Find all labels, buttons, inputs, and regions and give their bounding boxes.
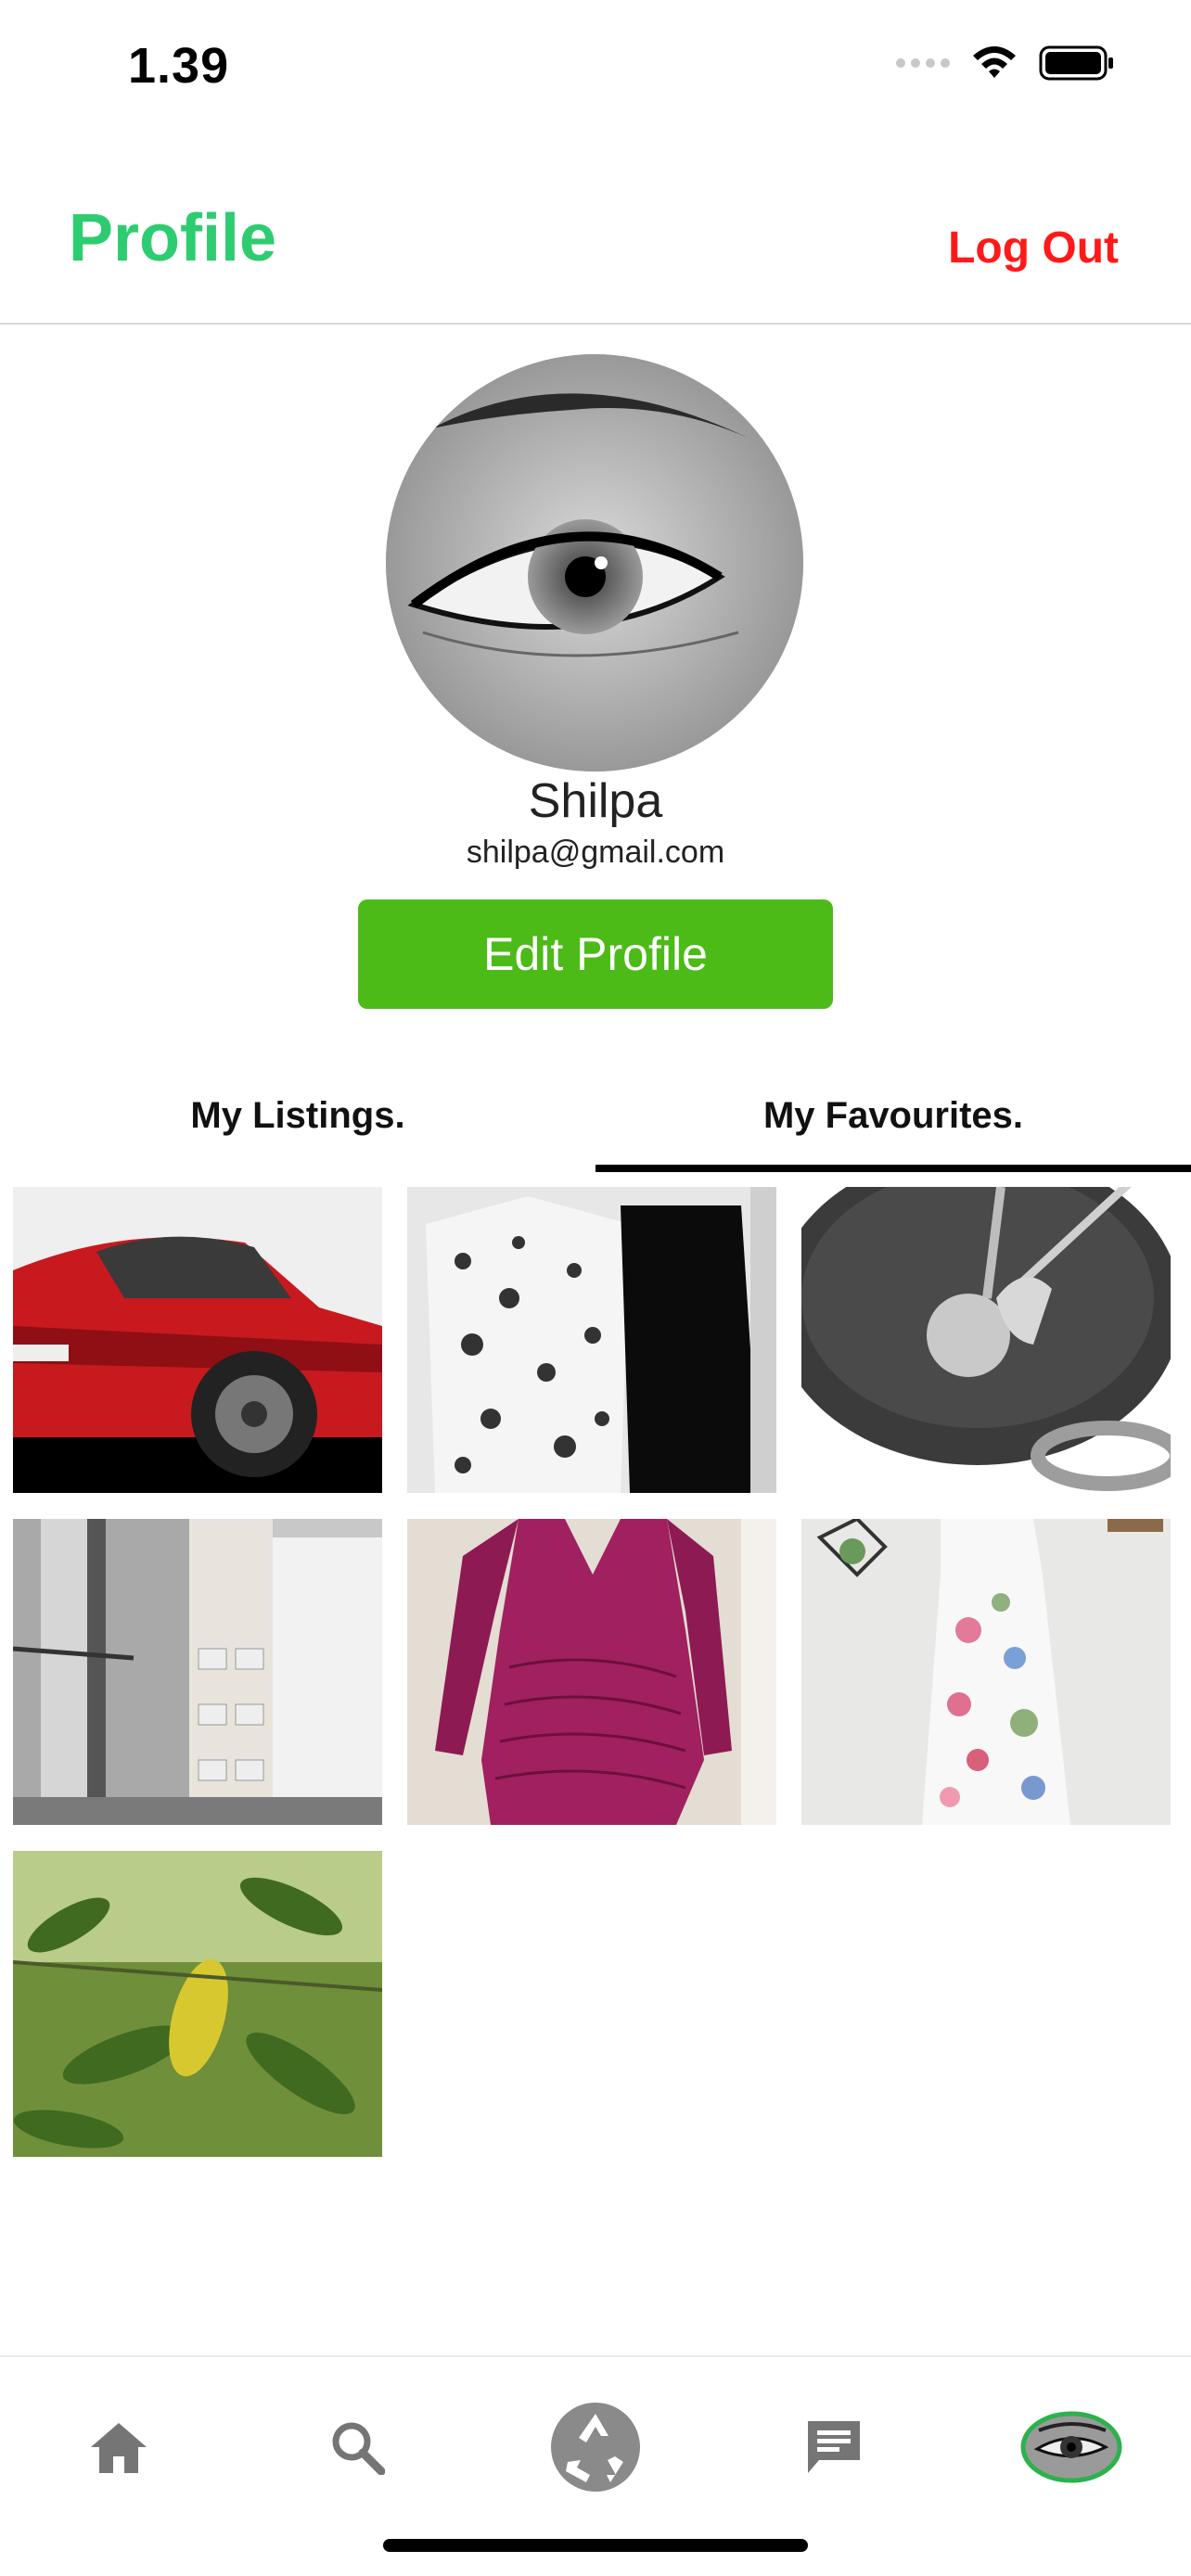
floral-white-dress-photo: [801, 1519, 1171, 1825]
magenta-dress-photo: [407, 1519, 776, 1825]
status-icons: [896, 45, 1115, 82]
tab-my-favourites[interactable]: My Favourites.: [596, 1057, 1191, 1174]
tab-selected-indicator: [596, 1165, 1191, 1172]
status-bar: 1.39: [0, 0, 1191, 139]
grid-item-shop[interactable]: [13, 1519, 382, 1825]
nav-home[interactable]: [68, 2396, 170, 2498]
floral-dress-and-black-dress-photo: [407, 1187, 776, 1493]
eye-sketch-avatar: [386, 354, 803, 772]
red-car-photo: [13, 1187, 382, 1493]
shop-interior-photo: [13, 1519, 382, 1825]
tab-my-listings[interactable]: My Listings.: [0, 1057, 596, 1174]
leafy-plant-photo: [13, 1851, 382, 2157]
page-title: Profile: [69, 201, 277, 275]
wifi-icon: [973, 46, 1016, 78]
grid-item-red-car[interactable]: [13, 1187, 382, 1493]
grid-item-floral-dress[interactable]: [801, 1519, 1171, 1825]
nav-recycle[interactable]: [544, 2396, 647, 2498]
nav-chat[interactable]: [783, 2396, 885, 2498]
grid-item-dresses[interactable]: [407, 1187, 776, 1493]
home-indicator: [383, 2539, 808, 2552]
edit-profile-button[interactable]: Edit Profile: [358, 899, 833, 1009]
profile-tabs: My Listings. My Favourites.: [0, 1057, 1191, 1174]
grid-item-magenta-dress[interactable]: [407, 1519, 776, 1825]
wok-with-ladle-and-spatula-photo: [801, 1187, 1171, 1493]
grid-item-wok[interactable]: [801, 1187, 1171, 1493]
grid-item-plant[interactable]: [13, 1851, 382, 2157]
chat-icon: [808, 2421, 860, 2473]
nav-profile[interactable]: [1020, 2396, 1122, 2498]
profile-avatar[interactable]: [386, 354, 803, 772]
search-icon: [332, 2422, 385, 2475]
logout-button[interactable]: Log Out: [948, 223, 1119, 274]
cellular-signal-icon: [896, 58, 950, 68]
status-time: 1.39: [128, 38, 230, 94]
favourites-grid: [13, 1187, 1178, 2157]
user-name: Shilpa: [528, 774, 663, 828]
nav-search[interactable]: [306, 2396, 408, 2498]
recycle-icon: [551, 2403, 640, 2492]
header-bar: Profile Log Out: [0, 139, 1191, 325]
user-email: shilpa@gmail.com: [466, 835, 725, 870]
battery-icon: [1039, 45, 1113, 81]
profile-avatar-icon: [1020, 2411, 1122, 2483]
profile-screen: 1.39 Profile Log Out Shilpa shilpa@gmail…: [0, 0, 1191, 2576]
home-icon: [91, 2423, 147, 2473]
